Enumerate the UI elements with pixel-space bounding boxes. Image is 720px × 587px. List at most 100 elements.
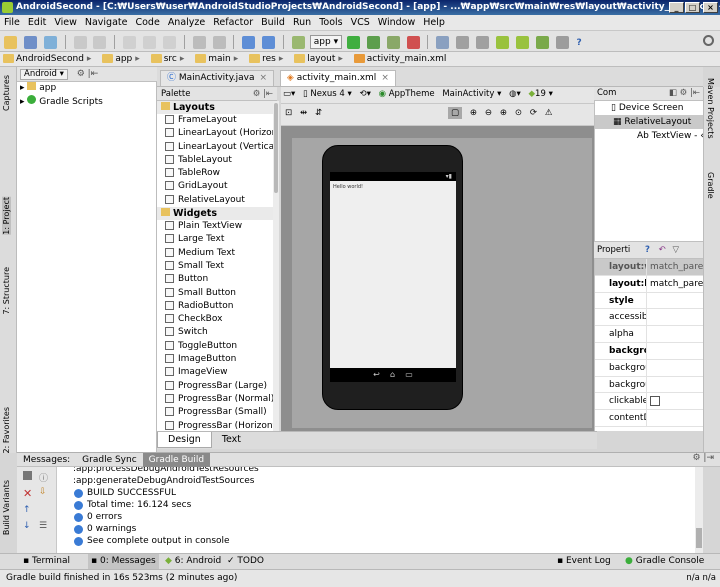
tab-gradle[interactable]: Gradle [706, 172, 715, 199]
maximize-button[interactable]: □ [685, 2, 700, 13]
save-icon[interactable] [23, 35, 37, 49]
tab-maven-projects[interactable]: Maven Projects [706, 78, 715, 139]
messages-scroll-thumb[interactable] [696, 528, 702, 548]
search-everywhere-icon[interactable] [703, 35, 714, 46]
tab-mainactivity-java[interactable]: Ⓒ MainActivity.java × [160, 70, 275, 86]
forward-icon[interactable] [262, 35, 276, 49]
component-relativelayout[interactable]: ▦ RelativeLayout [595, 115, 703, 129]
tab-structure[interactable]: 7: Structure [2, 267, 11, 315]
component-device-screen[interactable]: ▯ Device Screen [595, 101, 703, 115]
palette-item[interactable]: TableLayout [157, 154, 276, 167]
property-row[interactable]: backgrou [595, 376, 703, 394]
zoom-fit-icon[interactable]: ⊕ [470, 108, 477, 118]
palette-item[interactable]: Small Text [157, 260, 276, 273]
menu-run[interactable]: Run [289, 15, 315, 30]
info-icon[interactable]: ⓘ [39, 471, 48, 484]
close-tab-icon[interactable]: × [259, 73, 267, 83]
property-value[interactable] [647, 309, 703, 325]
property-value[interactable] [647, 360, 703, 376]
palette-item[interactable]: ProgressBar (Normal) [157, 393, 276, 406]
property-value[interactable]: match_paren [647, 276, 703, 292]
menu-file[interactable]: File [0, 15, 24, 30]
copy-icon[interactable] [143, 35, 156, 49]
activity-selector[interactable]: MainActivity ▾ [442, 89, 501, 99]
palette-item[interactable]: ImageButton [157, 353, 276, 366]
tab-gradle-console[interactable]: ● Gradle Console [622, 554, 707, 569]
property-value[interactable]: match_paren [647, 259, 703, 275]
toggle-width-icon[interactable]: ⇹ [300, 108, 307, 118]
avd-manager-icon[interactable] [495, 35, 509, 49]
refresh-icon[interactable]: ⟳ [530, 108, 537, 118]
export-icon[interactable]: ⇩ [39, 487, 47, 497]
zoom-in-icon[interactable]: ⊕ [500, 108, 507, 118]
orientation-icon[interactable]: ⟲▾ [359, 89, 370, 99]
android-monitor-icon[interactable] [515, 35, 529, 49]
property-value[interactable] [647, 393, 703, 409]
property-value[interactable] [647, 377, 703, 393]
breadcrumb-main[interactable]: main [194, 53, 242, 65]
menu-navigate[interactable]: Navigate [81, 15, 132, 30]
palette-item[interactable]: TableRow [157, 167, 276, 180]
breadcrumb-layout[interactable]: layout [293, 53, 347, 65]
menu-refactor[interactable]: Refactor [209, 15, 257, 30]
property-value[interactable] [647, 410, 703, 426]
breadcrumb-res[interactable]: res [248, 53, 287, 65]
breadcrumb-app[interactable]: app [101, 53, 143, 65]
project-view-selector[interactable]: Android ▾ [20, 69, 68, 80]
tab-event-log[interactable]: ▪ Event Log [554, 554, 614, 569]
help-icon[interactable]: ? [576, 38, 581, 48]
palette-item[interactable]: ProgressBar (Horizonta [157, 420, 276, 431]
tab-project[interactable]: 1: Project [2, 197, 11, 235]
menu-analyze[interactable]: Analyze [164, 15, 209, 30]
replace-icon[interactable] [212, 35, 226, 49]
tab-build-variants[interactable]: Build Variants [2, 480, 11, 535]
property-value[interactable] [647, 343, 703, 359]
palette-item[interactable]: Switch [157, 326, 276, 339]
close-icon[interactable]: ✕ [23, 487, 32, 500]
preview-textview[interactable]: Hello world! [333, 184, 363, 190]
sync-icon[interactable] [43, 35, 57, 49]
menu-edit[interactable]: Edit [24, 15, 50, 30]
tab-text[interactable]: Text [212, 432, 251, 448]
breadcrumb-src[interactable]: src [150, 53, 189, 65]
palette-item[interactable]: Small Button [157, 287, 276, 300]
tab-activity-main-xml[interactable]: ◈ activity_main.xml × [279, 70, 396, 86]
device-selector[interactable]: ▯ Nexus 4 ▾ [303, 89, 352, 99]
tab-gradle-sync[interactable]: Gradle Sync [76, 453, 143, 467]
debug-icon[interactable] [366, 35, 380, 49]
palette-item[interactable]: RelativeLayout [157, 194, 276, 207]
menu-vcs[interactable]: VCS [347, 15, 374, 30]
zoom-reset-icon[interactable]: ⊙ [515, 108, 522, 118]
zoom-out-icon[interactable]: ⊖ [485, 108, 492, 118]
palette-item[interactable]: FrameLayout [157, 114, 276, 127]
palette-item[interactable]: Plain TextView [157, 220, 276, 233]
collapse-icon[interactable]: |⇤ [88, 69, 99, 79]
palette-item[interactable]: ProgressBar (Small) [157, 406, 276, 419]
tab-messages[interactable]: ▪ 0: Messages [88, 554, 159, 569]
down-icon[interactable]: ↓ [23, 521, 31, 531]
palette-settings-icon[interactable]: ⚙ |⇤ [253, 89, 273, 99]
tab-favorites[interactable]: 2: Favorites [2, 407, 11, 453]
gradle-sync-icon[interactable] [535, 35, 549, 49]
tab-android[interactable]: ◆ 6: Android [162, 554, 224, 569]
menu-help[interactable]: Help [419, 15, 449, 30]
redo-icon[interactable] [93, 35, 107, 49]
property-row[interactable]: contentDe [595, 410, 703, 427]
palette-item[interactable]: CheckBox [157, 313, 276, 326]
palette-item[interactable]: Large Text [157, 233, 276, 246]
layout-variant-icon[interactable]: ▭▾ [283, 89, 295, 99]
palette-scroll-thumb[interactable] [274, 103, 278, 193]
back-icon[interactable] [242, 35, 256, 49]
palette-item[interactable]: RadioButton [157, 300, 276, 313]
sdk-icon[interactable] [555, 35, 569, 49]
messages-settings-icon[interactable]: ⚙ |⇥ [692, 453, 714, 463]
palette-item[interactable]: Medium Text [157, 247, 276, 260]
property-value[interactable] [647, 326, 703, 342]
run-icon[interactable] [346, 35, 360, 49]
tab-gradle-build[interactable]: Gradle Build [142, 453, 211, 467]
menu-code[interactable]: Code [131, 15, 163, 30]
property-row[interactable]: alpha [595, 326, 703, 343]
menu-tools[interactable]: Tools [315, 15, 346, 30]
menu-build[interactable]: Build [257, 15, 289, 30]
menu-view[interactable]: View [50, 15, 81, 30]
